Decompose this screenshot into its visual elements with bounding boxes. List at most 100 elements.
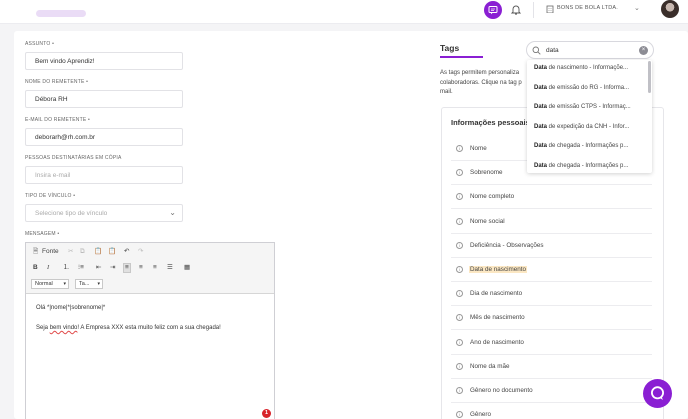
format-dropdown[interactable]: Normal ▾ [31,279,69,289]
chat-icon [488,6,498,15]
align-right-icon[interactable]: ≡ [153,264,157,272]
info-icon: i [456,241,463,249]
subject-input[interactable]: Bem vindo Aprendiz! [25,52,183,70]
tag-item[interactable]: i Nome completo [451,187,652,210]
paste-text-icon[interactable]: 📋 [108,248,116,256]
table-icon[interactable]: ▦ [184,264,190,272]
message-label: MENSAGEM • [25,231,60,237]
numbered-list-icon[interactable]: ⒈ [63,264,70,272]
source-icon[interactable]: 🗎 [33,248,38,256]
search-result-item[interactable]: Data de emissão CTPS - Informaç... [534,104,631,110]
italic-icon[interactable]: I [47,264,49,272]
tags-tab[interactable]: Tags [440,43,459,53]
tag-item[interactable]: i Ano de nascimento [451,333,652,355]
editor-toolbar: 🗎 Fonte ✂ ⧉ 📋 📋 ↶ ↷ B I ⒈ ⁝≡ ⇤ ⇥ ≡ ≡ ≡ ☰… [26,243,274,294]
tag-label: Dia de nascimento [470,290,523,298]
redo-icon[interactable]: ↷ [138,248,143,256]
align-center-icon[interactable]: ≡ [139,264,143,272]
info-icon: i [456,387,463,394]
tag-label: Gênero [470,411,492,419]
tag-search[interactable]: data × [526,41,654,59]
sender-email-label: E-MAIL DO REMETENTE • [25,117,90,123]
chat-fab[interactable] [643,379,672,408]
tag-label: Nome [470,145,487,152]
bold-icon[interactable]: B [33,264,38,272]
chat-button[interactable] [484,1,502,19]
chat-bubble-icon [651,386,664,400]
tag-item[interactable]: i Gênero [451,405,652,419]
tag-label: Deficiência - Observações [470,241,544,249]
spelling-error[interactable]: bem vindo [50,325,78,331]
tags-description: As tags permitem personaliza colaborador… [440,70,522,95]
notification-badge[interactable]: 1 [262,409,271,418]
align-left-icon[interactable]: ≡ [123,263,131,273]
bulleted-list-icon[interactable]: ⁝≡ [78,264,84,272]
cut-icon[interactable]: ✂ [68,248,73,256]
tag-label: Data de nascimento [469,266,528,273]
search-input[interactable]: data [546,47,559,54]
info-icon: i [456,338,463,346]
sender-email-input[interactable]: deborarh@rh.com.br [25,128,183,146]
tag-label: Nome da mãe [470,362,510,370]
tag-label: Nome completo [470,193,515,201]
info-icon: i [456,169,463,177]
message-editor[interactable]: 🗎 Fonte ✂ ⧉ 📋 📋 ↶ ↷ B I ⒈ ⁝≡ ⇤ ⇥ ≡ ≡ ≡ ☰… [25,242,275,419]
sender-name-input[interactable]: Débora RH [25,90,183,108]
tag-label: Ano de nascimento [470,338,524,346]
top-bar: BONS DE BOLA LTDA. ⌄ [0,0,688,24]
size-dropdown[interactable]: Ta... ▾ [75,279,103,289]
search-result-item[interactable]: Data de chegada - Informações p... [534,143,628,149]
info-icon: i [456,362,463,370]
personal-info-title: Informações pessoais [451,118,530,127]
link-type-label: TIPO DE VÍNCULO • [25,193,76,199]
company-selector[interactable]: BONS DE BOLA LTDA. [557,5,618,11]
link-type-placeholder: Selecione tipo de vínculo [35,210,108,217]
tag-label: Mês de nascimento [470,314,525,322]
search-result-item[interactable]: Data de nascimento - Informaçõe... [534,65,628,71]
editor-content[interactable]: Olá *|nome|*|sobrenome|* Seja bem vindo!… [36,303,221,333]
tag-item[interactable]: i Nome social [451,212,652,234]
editor-line: Olá *|nome|*|sobrenome|* [36,305,106,311]
bell-icon[interactable] [511,4,521,15]
outdent-icon[interactable]: ⇤ [96,264,101,272]
search-icon [532,46,541,55]
format-value: Normal [35,281,53,287]
tag-item[interactable]: i Data de nascimento [451,260,652,282]
source-button[interactable]: Fonte [42,248,59,256]
editor-line: Seja bem vindo! A Empresa XXX esta muito… [36,325,221,331]
paste-icon[interactable]: 📋 [94,248,102,256]
tag-item[interactable]: i Nome da mãe [451,357,652,379]
search-result-item[interactable]: Data de expedição da CNH - Infor... [534,124,629,130]
sender-name-label: NOME DO REMETENTE • [25,79,89,85]
info-icon: i [456,314,463,322]
header-divider [533,2,534,18]
clear-icon[interactable]: × [639,46,648,55]
tag-label: Gênero no documento [470,387,533,394]
align-justify-icon[interactable]: ☰ [167,264,173,272]
app-logo[interactable] [36,10,86,17]
link-type-select[interactable]: Selecione tipo de vínculo ⌄ [25,204,183,222]
indent-icon[interactable]: ⇥ [110,264,115,272]
scrollbar[interactable] [648,61,651,93]
tag-item[interactable]: i Mês de nascimento [451,308,652,331]
caret-down-icon: ▾ [63,281,66,287]
cc-label: PESSOAS DESTINATÁRIAS EM CÓPIA [25,155,122,161]
copy-icon[interactable]: ⧉ [80,248,85,256]
avatar[interactable] [661,0,679,18]
chevron-down-icon[interactable]: ⌄ [634,5,640,12]
info-icon: i [456,145,463,152]
caret-down-icon: ▾ [97,281,100,287]
chevron-down-icon: ⌄ [169,208,176,217]
info-icon: i [456,266,463,273]
info-icon: i [456,217,463,225]
cc-email-input[interactable]: Insira e-mail [25,166,183,184]
info-icon: i [456,411,463,419]
tag-item[interactable]: i Gênero no documento [451,381,652,403]
undo-icon[interactable]: ↶ [124,248,129,256]
search-result-item[interactable]: Data de chegada - Informações p... [534,163,628,169]
search-results: Data de nascimento - Informaçõe... Data d… [527,60,652,173]
building-icon [546,5,554,13]
tag-item[interactable]: i Deficiência - Observações [451,236,652,258]
search-result-item[interactable]: Data de emissão do RG - Informa... [534,85,629,91]
tag-item[interactable]: i Dia de nascimento [451,284,652,307]
